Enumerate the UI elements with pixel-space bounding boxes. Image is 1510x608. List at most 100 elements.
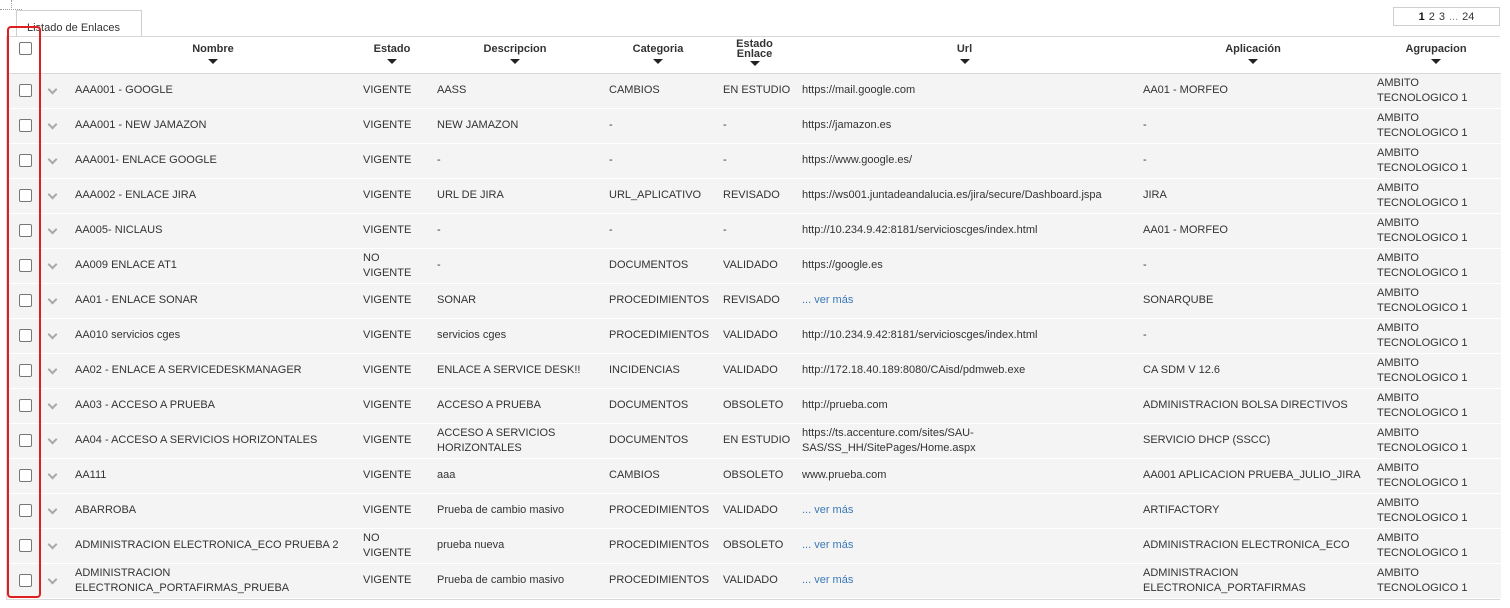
cell-categoria: INCIDENCIAS [601, 353, 715, 389]
row-checkbox[interactable] [18, 433, 32, 447]
column-header-aplicacion[interactable]: Aplicación [1135, 37, 1371, 74]
row-checkbox[interactable] [18, 258, 32, 272]
cell-nombre-text: AA02 - ENLACE A SERVICEDESKMANAGER [75, 364, 302, 376]
sort-desc-icon[interactable] [959, 59, 970, 64]
cell-nombre: AA005- NICLAUS [71, 213, 355, 249]
table-row[interactable]: AAA001- ENLACE GOOGLE VIGENTE - - - https://w… [7, 143, 1501, 179]
sort-desc-icon[interactable] [749, 61, 760, 66]
row-checkbox[interactable] [18, 153, 32, 167]
row-checkbox[interactable] [18, 83, 32, 97]
table-row[interactable]: AA01 - ENLACE SONAR VIGENTE SONAR PROCEDIMI… [7, 283, 1501, 319]
cell-aplicacion-text: ADMINISTRACION ELECTRONICA_ECO [1143, 539, 1350, 551]
cell-estado-enlace: VALIDADO [715, 493, 794, 529]
chevron-down-icon[interactable] [47, 434, 58, 445]
row-checkbox[interactable] [18, 503, 32, 517]
sort-desc-icon[interactable] [208, 59, 218, 64]
cell-categoria: DOCUMENTOS [601, 248, 715, 284]
cell-url-text: https://www.google.es/ [802, 154, 913, 166]
table-row[interactable]: ADMINISTRACION ELECTRONICA_PORTAFIRMAS_P… [7, 563, 1501, 599]
chevron-down-icon[interactable] [47, 504, 58, 515]
table-row[interactable]: AA02 - ENLACE A SERVICEDESKMANAGER VIGENT… [7, 353, 1501, 389]
cell-url-text: http://10.234.9.42:8181/servicioscges/in… [802, 224, 1038, 236]
cell-descripcion: URL DE JIRA [429, 178, 601, 214]
chevron-down-icon[interactable] [47, 364, 58, 375]
row-checkbox[interactable] [18, 538, 32, 552]
cell-nombre-text: AAA001- ENLACE GOOGLE [75, 154, 217, 166]
chevron-down-icon[interactable] [47, 154, 58, 165]
table-row[interactable]: ADMINISTRACION ELECTRONICA_ECO PRUEBA 2 N… [7, 528, 1501, 564]
row-checkbox[interactable] [18, 468, 32, 482]
sort-desc-icon[interactable] [1431, 59, 1441, 64]
chevron-down-icon[interactable] [47, 399, 58, 410]
row-checkbox[interactable] [18, 118, 32, 132]
table-row[interactable]: AAA001 - NEW JAMAZON VIGENTE NEW JAMAZON - -… [7, 108, 1501, 144]
row-checkbox[interactable] [18, 363, 32, 377]
cell-estado-enlace-text: - [723, 224, 727, 236]
cell-descripcion: ENLACE A SERVICE DESK!! [429, 353, 601, 389]
chevron-down-icon[interactable] [47, 259, 58, 270]
column-header-url[interactable]: Url [794, 37, 1135, 74]
row-checkbox[interactable] [18, 328, 32, 342]
table-row[interactable]: AAA002 - ENLACE JIRA VIGENTE URL DE JIRA UR… [7, 178, 1501, 214]
cell-aplicacion: - [1135, 248, 1371, 284]
table-row[interactable]: AA009 ENLACE AT1 NO VIGENTE - DOCUMENTOS VAL… [7, 248, 1501, 284]
row-checkbox[interactable] [18, 188, 32, 202]
page-link-2[interactable]: 2 [1429, 11, 1435, 23]
page-current[interactable]: 1 [1419, 11, 1425, 23]
cell-aplicacion: ARTIFACTORY [1135, 493, 1371, 529]
ver-mas-link[interactable]: ... ver más [802, 504, 853, 516]
page-link-last[interactable]: 24 [1462, 11, 1474, 23]
row-expand-cell [43, 493, 71, 529]
table-row[interactable]: ABARROBA VIGENTE Prueba de cambio masivo PR… [7, 493, 1501, 529]
table-row[interactable]: AA03 - ACCESO A PRUEBA VIGENTE ACCESO A PR… [7, 388, 1501, 424]
cell-descripcion-text: - [437, 154, 441, 166]
row-checkbox[interactable] [18, 223, 32, 237]
chevron-down-icon[interactable] [47, 84, 58, 95]
sort-desc-icon[interactable] [653, 59, 663, 64]
column-header-estado-enlace[interactable]: Estado Enlace [715, 37, 794, 74]
cell-descripcion: prueba nueva [429, 528, 601, 564]
table-row[interactable]: AAA001 - GOOGLE VIGENTE AASS CAMBIOS EN ESTU… [7, 73, 1501, 109]
cell-estado-text: VIGENTE [363, 504, 412, 516]
cell-aplicacion-text: - [1143, 154, 1147, 166]
sort-desc-icon[interactable] [510, 59, 520, 64]
chevron-down-icon[interactable] [47, 224, 58, 235]
chevron-down-icon[interactable] [47, 539, 58, 550]
column-header-nombre[interactable]: Nombre [71, 37, 355, 74]
cell-agrupacion-text: AMBITO TECNOLOGICO 1 [1377, 391, 1468, 419]
ver-mas-link[interactable]: ... ver más [802, 539, 853, 551]
chevron-down-icon[interactable] [47, 119, 58, 130]
table-row[interactable]: AA010 servicios cges VIGENTE servicios cge… [7, 318, 1501, 354]
column-header-descripcion[interactable]: Descripcion [429, 37, 601, 74]
column-label-agrupacion: Agrupacion [1405, 43, 1467, 55]
row-checkbox[interactable] [18, 573, 32, 587]
select-all-checkbox[interactable] [18, 42, 32, 55]
cell-url: https://mail.google.com [794, 73, 1135, 109]
cell-aplicacion-text: ARTIFACTORY [1143, 504, 1220, 516]
cell-url-text: https://ws001.juntadeandalucia.es/jira/s… [802, 189, 1102, 201]
cell-aplicacion: AA01 - MORFEO [1135, 73, 1371, 109]
column-header-estado[interactable]: Estado [355, 37, 429, 74]
chevron-down-icon[interactable] [47, 574, 58, 585]
chevron-down-icon[interactable] [47, 469, 58, 480]
row-checkbox[interactable] [18, 398, 32, 412]
table-row[interactable]: AA111 VIGENTE aaa CAMBIOS OBSOLETO www.prueba… [7, 458, 1501, 494]
row-checkbox[interactable] [18, 293, 32, 307]
cell-nombre-text: ADMINISTRACION ELECTRONICA_PORTAFIRMAS_P… [75, 566, 290, 594]
cell-descripcion: Prueba de cambio masivo [429, 493, 601, 529]
table-row[interactable]: AA005- NICLAUS VIGENTE - - - http://10.234.9.… [7, 213, 1501, 249]
chevron-down-icon[interactable] [47, 189, 58, 200]
column-header-categoria[interactable]: Categoria [601, 37, 715, 74]
sort-desc-icon[interactable] [387, 59, 397, 64]
ver-mas-link[interactable]: ... ver más [802, 294, 853, 306]
chevron-down-icon[interactable] [47, 329, 58, 340]
page-link-3[interactable]: 3 [1439, 11, 1445, 23]
chevron-down-icon[interactable] [47, 294, 58, 305]
ver-mas-link[interactable]: ... ver más [802, 574, 853, 586]
table-row[interactable]: AA04 - ACCESO A SERVICIOS HORIZONTALES VI… [7, 423, 1501, 459]
sort-desc-icon[interactable] [1248, 59, 1258, 64]
column-header-agrupacion[interactable]: Agrupacion [1371, 37, 1501, 74]
column-label-nombre: Nombre [192, 43, 234, 55]
cell-agrupacion: AMBITO TECNOLOGICO 1 [1371, 108, 1501, 144]
tab-listado-enlaces[interactable]: Listado de Enlaces [16, 10, 142, 36]
